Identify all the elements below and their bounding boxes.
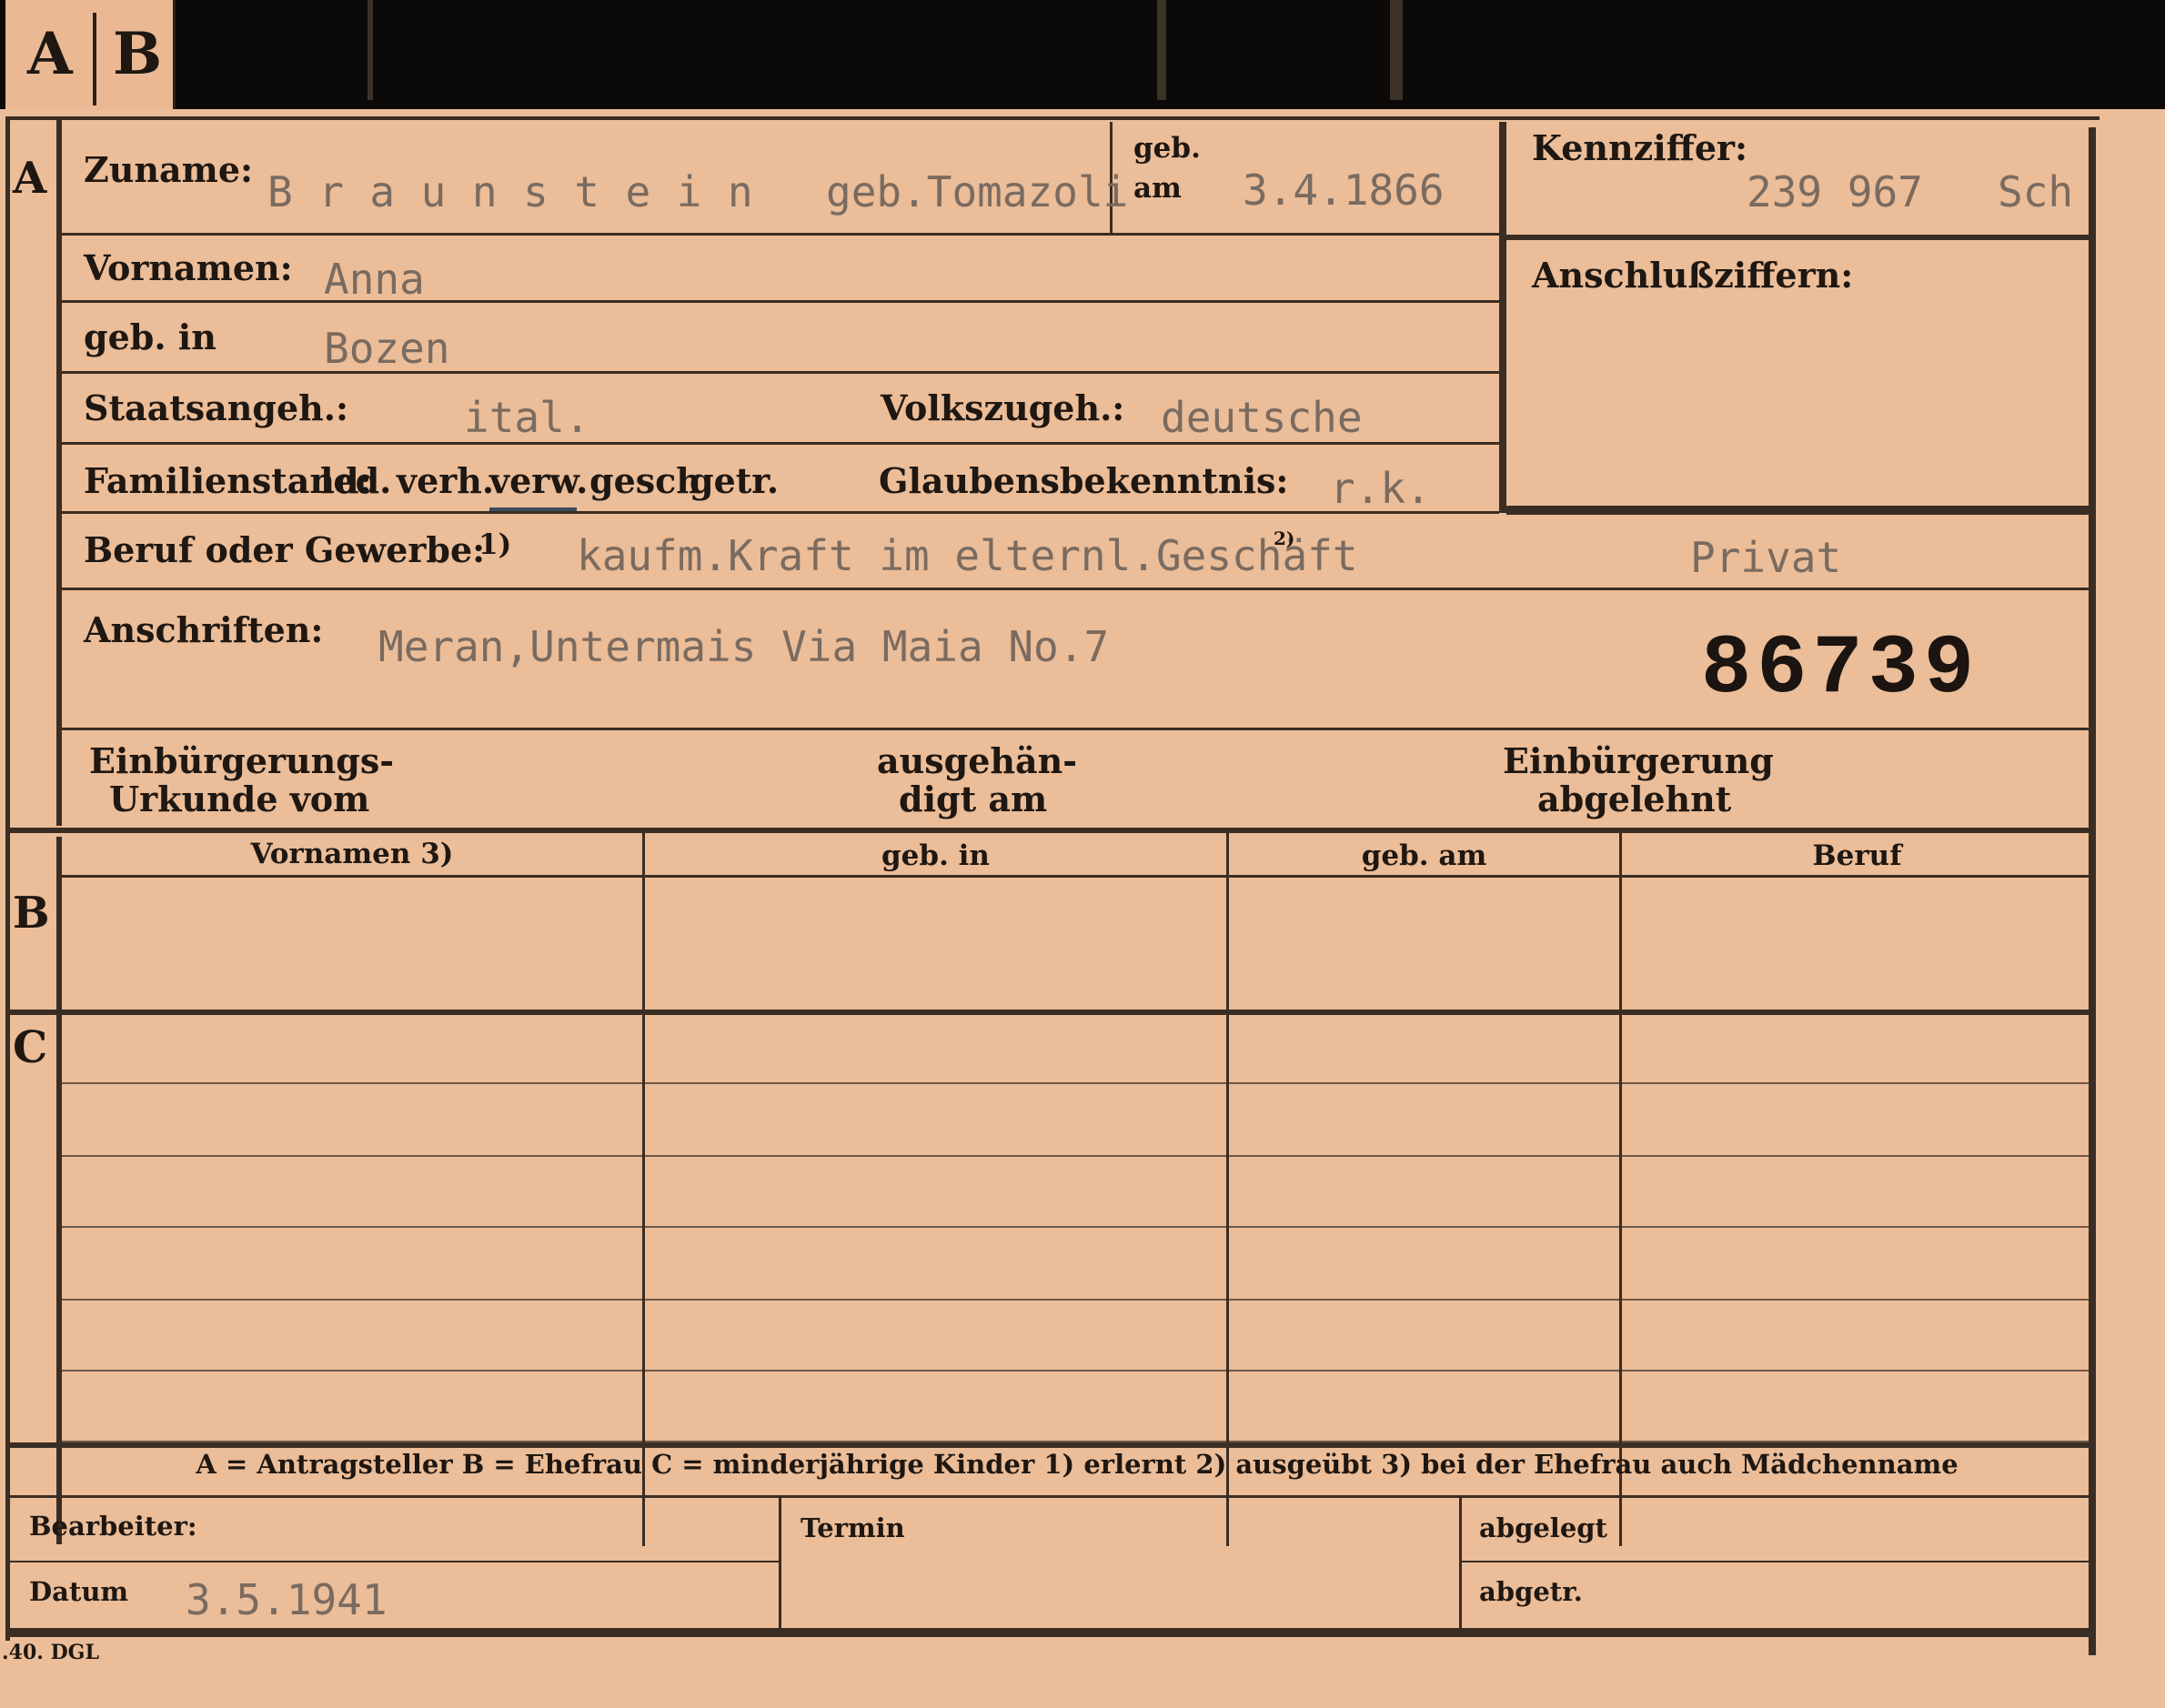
beruf-value: kaufm.Kraft im elternl.Geschäft	[577, 531, 1358, 580]
geb-in-value: Bozen	[324, 324, 450, 373]
section-a-marker: A	[13, 153, 47, 204]
datum-label: Datum	[29, 1576, 129, 1607]
familienstand-option-led: led.	[320, 460, 392, 501]
table-row-line	[62, 1370, 2092, 1371]
frame-left	[5, 116, 10, 1641]
geb-in-label: geb. in	[84, 316, 216, 357]
ausgehaendigt-label-2: digt am	[899, 779, 1048, 819]
frame-right	[2089, 127, 2096, 1655]
background-card-edge	[1157, 0, 1166, 100]
familienstand-option-getr: getr.	[690, 460, 780, 501]
abgetr-label: abgetr.	[1479, 1576, 1583, 1607]
datum-value: 3.5.1941	[186, 1575, 388, 1624]
familienstand-option-verw: verw.	[489, 460, 589, 501]
legend-top-line	[5, 1442, 2092, 1448]
table-header-beruf: Beruf	[1812, 839, 1902, 872]
geb-am-label-top: geb.	[1133, 132, 1201, 165]
table-row-line	[62, 1082, 2092, 1084]
glaubensbekenntnis-value: r.k.	[1330, 464, 1431, 513]
beruf-footnote-1: 1)	[478, 528, 512, 561]
beruf-footnote-2: 2)	[1274, 527, 1295, 549]
glaubensbekenntnis-label: Glaubensbekenntnis:	[879, 460, 1289, 501]
kennziffer-suffix: Sch	[1998, 167, 2074, 216]
anschriften-label: Anschriften:	[84, 609, 324, 650]
background-card-edge	[368, 0, 373, 100]
zuname-value: Braunstein	[267, 167, 780, 216]
vornamen-label: Vornamen:	[84, 247, 293, 288]
anschlussziffern-label: Anschlußziffern:	[1532, 255, 1854, 296]
frame-bottom	[5, 1628, 2096, 1637]
anschriften-value: Meran,Untermais Via Maia No.7	[378, 622, 1110, 671]
familienstand-selection-underline	[489, 507, 577, 511]
marker-column-line	[56, 837, 62, 1544]
kennziffer-value: 239 967	[1747, 167, 1923, 216]
frame-top	[5, 116, 2100, 120]
footer-row-line	[1462, 1561, 2092, 1562]
vornamen-value: Anna	[324, 255, 425, 304]
zuname-label: Zuname:	[84, 149, 254, 190]
row-line	[62, 300, 1499, 303]
volkszugeh-value: deutsche	[1161, 393, 1363, 442]
table-column-line	[642, 833, 645, 1546]
registration-card: A B C Zuname: Braunstein geb.Tomazoli ge…	[0, 109, 2165, 1708]
beruf-extra-value: Privat	[1690, 533, 1842, 582]
einbuergerung-urkunde-label-2: Urkunde vom	[109, 779, 370, 819]
row-line	[62, 588, 2092, 590]
print-code: .40. DGL	[2, 1641, 99, 1664]
beruf-label: Beruf oder Gewerbe:	[84, 529, 486, 570]
table-header-geb-am: geb. am	[1361, 839, 1487, 872]
kennziffer-box-left	[1499, 122, 1506, 513]
legend-bottom-line	[5, 1495, 2092, 1498]
familienstand-option-verh: verh.	[397, 460, 495, 501]
termin-label: Termin	[801, 1512, 905, 1543]
card-tab: A B	[5, 0, 176, 111]
row-line	[62, 511, 1499, 514]
table-row-line	[62, 1299, 2092, 1301]
kennziffer-box-divider	[1506, 235, 2092, 240]
tab-letter-a: A	[27, 20, 73, 88]
bearbeiter-label: Bearbeiter:	[29, 1511, 197, 1542]
geb-am-label-bottom: am	[1133, 172, 1182, 205]
ausgehaendigt-label-1: ausgehän-	[877, 740, 1078, 781]
footer-row-line	[5, 1561, 779, 1562]
row-line	[62, 371, 1499, 374]
footer-column-line	[779, 1497, 781, 1632]
table-row-line	[62, 1155, 2092, 1157]
section-c-top-line	[5, 1010, 2092, 1015]
marker-column-line	[56, 116, 62, 826]
section-b-top-line	[5, 828, 2092, 833]
geb-am-value: 3.4.1866	[1243, 166, 1445, 215]
table-header-geb-in: geb. in	[881, 839, 990, 872]
tab-divider	[93, 13, 96, 105]
table-header-line	[62, 875, 2092, 878]
table-row-line	[62, 1226, 2092, 1228]
table-header-vornamen: Vornamen 3)	[250, 838, 454, 870]
row-line	[62, 233, 1499, 236]
row-line	[62, 442, 1499, 445]
section-c-marker: C	[13, 1022, 48, 1073]
maiden-name-value: geb.Tomazoli	[826, 167, 1129, 216]
section-b-marker: B	[13, 888, 50, 939]
row-line	[62, 728, 2092, 730]
abgelegt-label: abgelegt	[1479, 1512, 1607, 1543]
background-card-edge	[1390, 0, 1403, 100]
legend-text: A = Antragsteller B = Ehefrau C = minder…	[196, 1449, 1959, 1480]
table-column-line	[1226, 833, 1229, 1546]
staatsangeh-value: ital.	[464, 393, 590, 442]
kennziffer-label: Kennziffer:	[1532, 127, 1748, 168]
kennziffer-box-bottom	[1506, 506, 2092, 515]
einbuergerung-urkunde-label-1: Einbürgerungs-	[89, 740, 395, 781]
tab-letter-b: B	[113, 20, 163, 88]
stamped-number: 86739	[1701, 621, 1980, 717]
einbuergerung-abgelehnt-label-1: Einbürgerung	[1503, 740, 1774, 781]
staatsangeh-label: Staatsangeh.:	[84, 387, 349, 428]
volkszugeh-label: Volkszugeh.:	[881, 387, 1125, 428]
einbuergerung-abgelehnt-label-2: abgelehnt	[1537, 779, 1732, 819]
footer-column-line	[1459, 1497, 1462, 1632]
table-column-line	[1619, 833, 1622, 1546]
